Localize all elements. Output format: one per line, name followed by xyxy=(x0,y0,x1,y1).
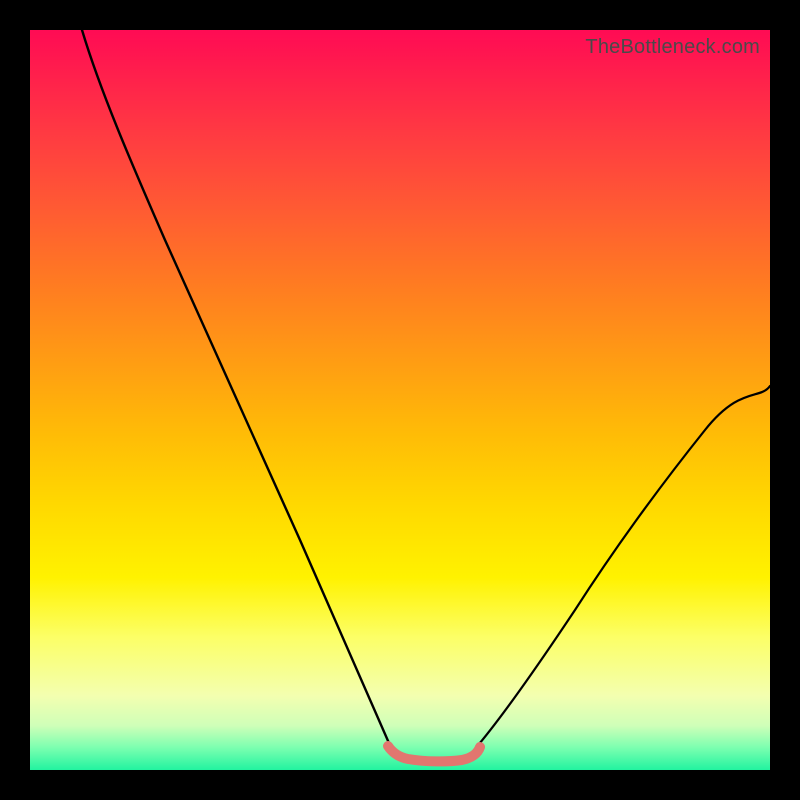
bottleneck-curve xyxy=(30,30,770,770)
flat-minimum-path xyxy=(388,746,480,761)
plot-area: TheBottleneck.com xyxy=(30,30,770,770)
curve-right-path xyxy=(474,386,770,750)
chart-frame: TheBottleneck.com xyxy=(0,0,800,800)
curve-left-path xyxy=(82,30,392,750)
